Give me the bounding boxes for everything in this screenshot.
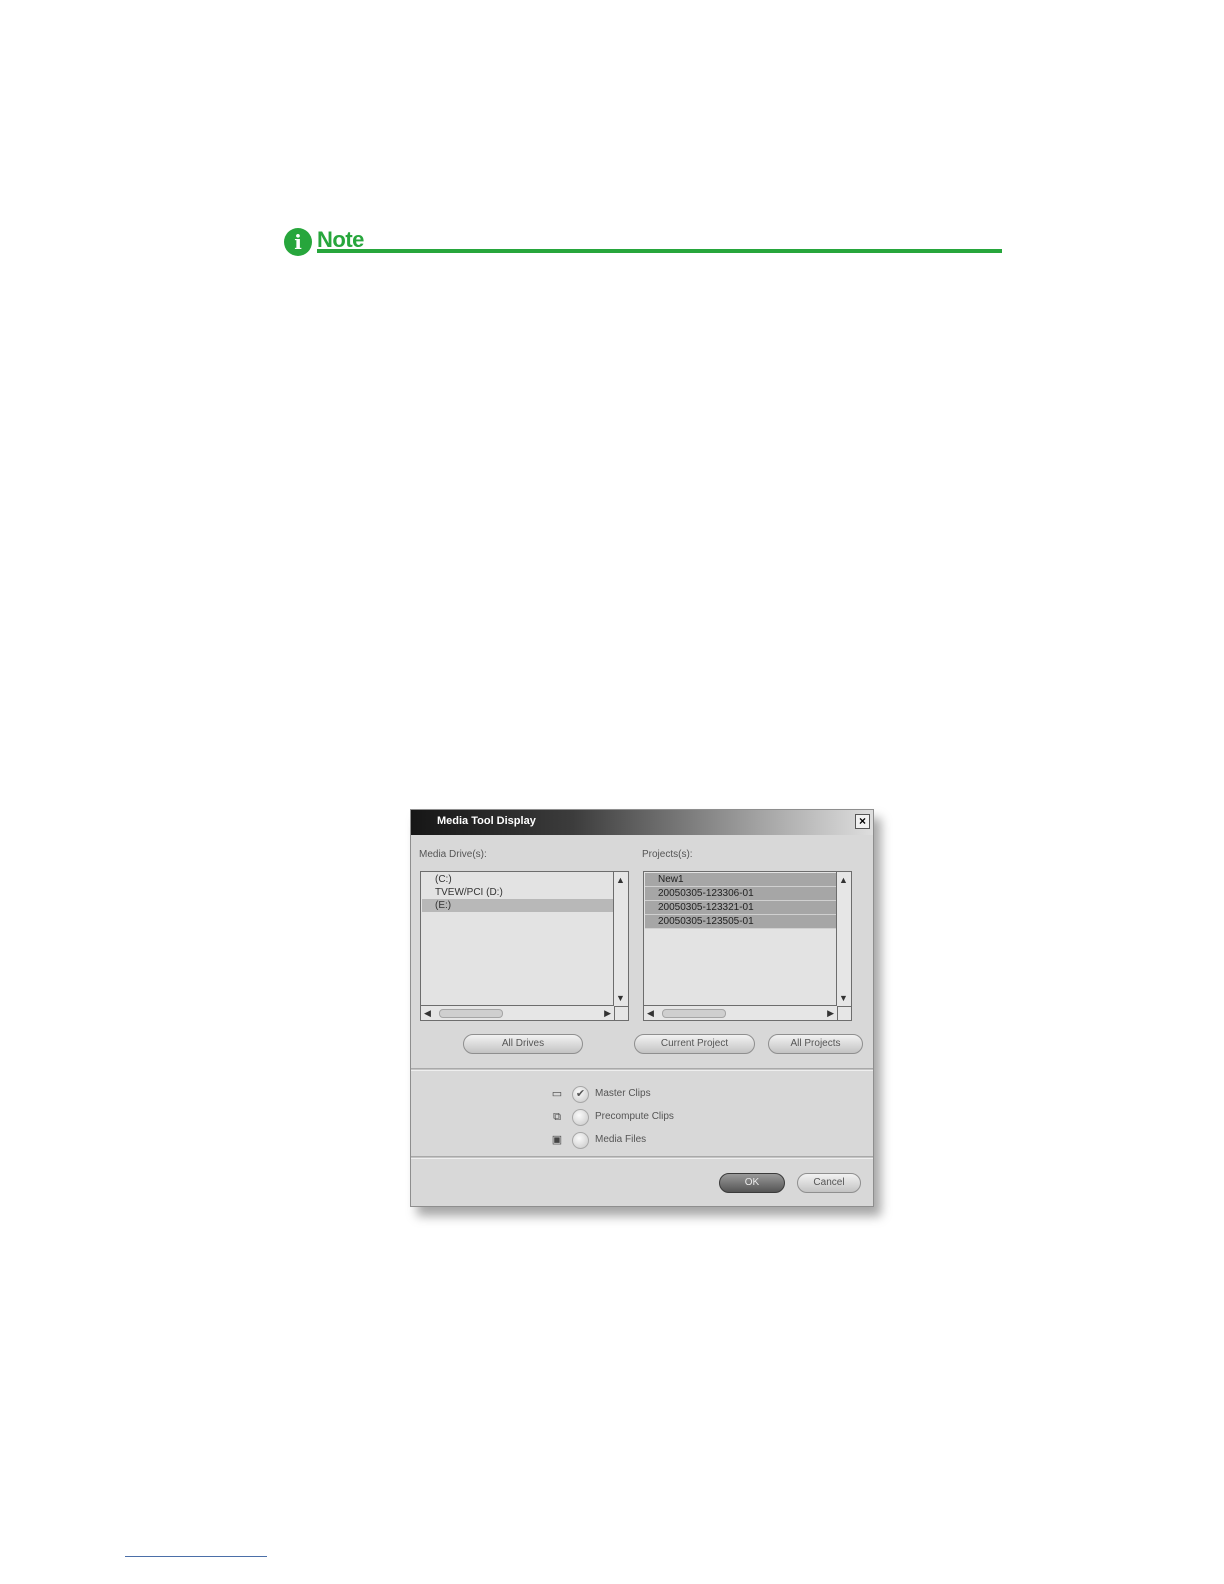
projects-hscroll[interactable]: ◀ ▶ — [644, 1005, 837, 1020]
scroll-down-icon[interactable]: ▼ — [616, 993, 625, 1003]
precompute-clips-label: Precompute Clips — [595, 1111, 674, 1122]
footnote-rule — [125, 1556, 267, 1557]
note-divider — [317, 249, 1002, 253]
media-drives-label: Media Drive(s): — [419, 849, 487, 860]
projects-vscroll[interactable]: ▲ ▼ — [836, 872, 851, 1006]
scroll-thumb[interactable] — [662, 1009, 726, 1018]
current-project-button[interactable]: Current Project — [634, 1034, 755, 1054]
project-item[interactable]: 20050305-123321-01 — [645, 901, 836, 915]
ok-button[interactable]: OK — [719, 1173, 785, 1193]
scroll-thumb[interactable] — [439, 1009, 503, 1018]
media-drives-list[interactable]: (C:) TVEW/PCI (D:) (E:) ▲ ▼ ◀ ▶ — [420, 871, 629, 1021]
scroll-right-icon[interactable]: ▶ — [604, 1008, 611, 1018]
option-media-files[interactable]: ▣ Media Files — [551, 1132, 751, 1150]
drive-item-e[interactable]: (E:) — [422, 899, 613, 912]
media-tool-display-dialog: Media Tool Display × Media Drive(s): (C:… — [410, 809, 874, 1207]
drive-item-d[interactable]: TVEW/PCI (D:) — [422, 886, 613, 899]
project-item[interactable]: 20050305-123306-01 — [645, 887, 836, 901]
drive-item-c[interactable]: (C:) — [422, 873, 613, 886]
scroll-corner — [837, 1006, 851, 1020]
clip-icon: ▭ — [551, 1088, 563, 1100]
section-divider — [411, 1068, 873, 1071]
section-divider — [411, 1156, 873, 1159]
project-item[interactable]: New1 — [645, 873, 836, 887]
precompute-icon: ⧉ — [553, 1111, 561, 1123]
info-icon: i — [284, 228, 312, 256]
option-precompute-clips[interactable]: ⧉ Precompute Clips — [551, 1109, 751, 1127]
master-clips-label: Master Clips — [595, 1088, 651, 1099]
note-header: i Note — [284, 226, 1002, 258]
dialog-title: Media Tool Display — [437, 815, 536, 827]
scroll-left-icon[interactable]: ◀ — [424, 1008, 431, 1018]
media-files-label: Media Files — [595, 1134, 647, 1145]
scroll-right-icon[interactable]: ▶ — [827, 1008, 834, 1018]
all-drives-button[interactable]: All Drives — [463, 1034, 583, 1054]
media-file-icon: ▣ — [551, 1134, 563, 1146]
scroll-left-icon[interactable]: ◀ — [647, 1008, 654, 1018]
scroll-up-icon[interactable]: ▲ — [616, 875, 625, 885]
cancel-button[interactable]: Cancel — [797, 1173, 861, 1193]
precompute-clips-radio[interactable] — [572, 1109, 589, 1126]
projects-list[interactable]: New1 20050305-123306-01 20050305-123321-… — [643, 871, 852, 1021]
option-master-clips[interactable]: ▭ ✔ Master Clips — [551, 1086, 751, 1104]
media-files-radio[interactable] — [572, 1132, 589, 1149]
media-drives-vscroll[interactable]: ▲ ▼ — [613, 872, 628, 1006]
dialog-titlebar[interactable]: Media Tool Display × — [411, 810, 873, 835]
scroll-up-icon[interactable]: ▲ — [839, 875, 848, 885]
project-item[interactable]: 20050305-123505-01 — [645, 915, 836, 929]
all-projects-button[interactable]: All Projects — [768, 1034, 863, 1054]
scroll-down-icon[interactable]: ▼ — [839, 993, 848, 1003]
media-drives-hscroll[interactable]: ◀ ▶ — [421, 1005, 614, 1020]
master-clips-radio[interactable]: ✔ — [572, 1086, 589, 1103]
close-icon[interactable]: × — [855, 814, 870, 829]
scroll-corner — [614, 1006, 628, 1020]
projects-label: Projects(s): — [642, 849, 693, 860]
